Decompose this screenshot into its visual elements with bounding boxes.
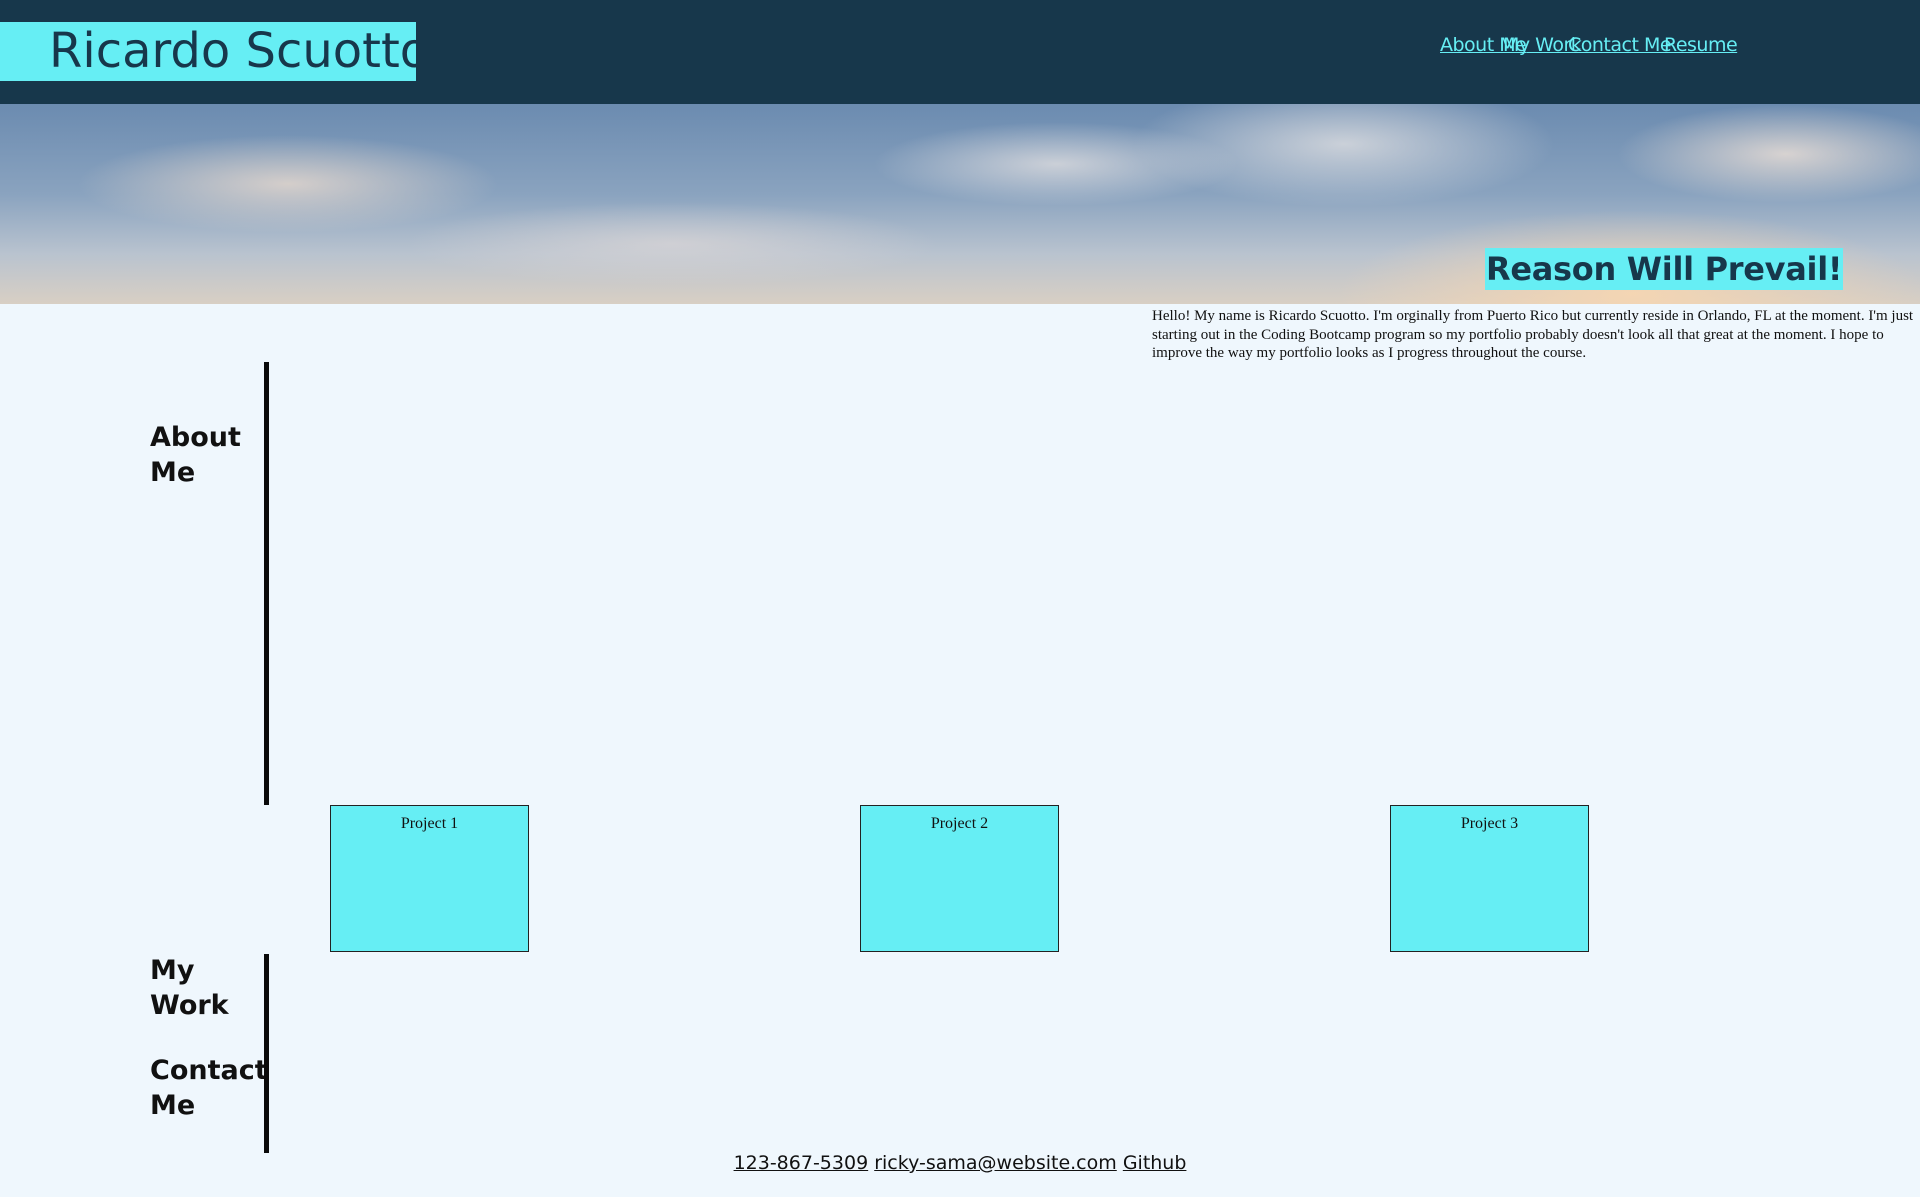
project-card-2[interactable]: Project 2 [860,805,1059,952]
nav-contact-me[interactable]: Contact Me [1568,34,1672,56]
project-card-3[interactable]: Project 3 [1390,805,1589,952]
project-label: Project 3 [1460,815,1519,832]
section-title-contact-me: Contact Me [150,1055,268,1121]
hero-banner: Reason Will Prevail! [0,104,1920,304]
project-label: Project 1 [400,815,459,832]
work-contact-divider [264,954,269,1153]
section-title-about-me: About Me [150,422,241,488]
section-title-my-work: My Work [150,955,229,1021]
about-me-divider [264,362,269,805]
project-card-1[interactable]: Project 1 [330,805,529,952]
footer-phone-link[interactable]: 123-867-5309 [734,1152,869,1174]
site-header: Ricardo Scuotto About Me My Work Contact… [0,0,1920,104]
project-label: Project 2 [930,815,989,832]
site-footer: 123-867-5309 ricky-sama@website.com Gith… [0,1152,1920,1174]
site-name: Ricardo Scuotto [0,22,416,81]
hero-tagline: Reason Will Prevail! [1485,248,1844,290]
footer-github-link[interactable]: Github [1123,1152,1187,1174]
intro-paragraph: Hello! My name is Ricardo Scuotto. I'm o… [1152,308,1914,361]
nav-resume[interactable]: Resume [1664,34,1738,56]
footer-email-link[interactable]: ricky-sama@website.com [874,1152,1117,1174]
